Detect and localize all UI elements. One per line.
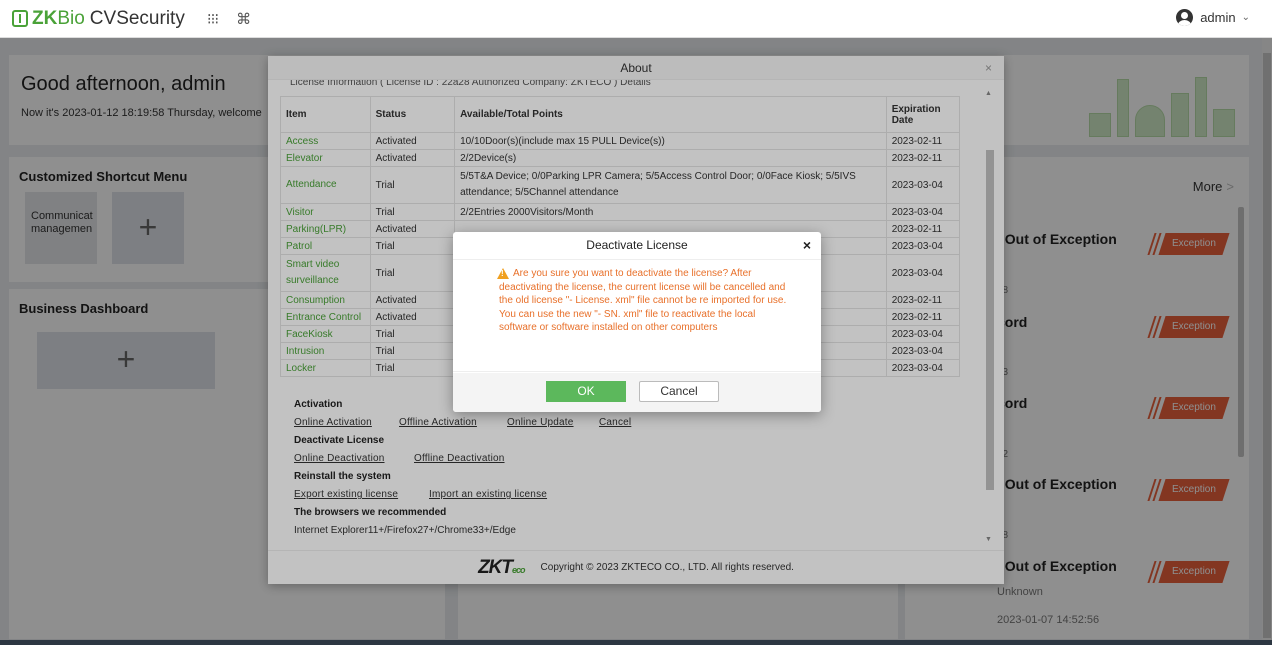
dialog-title: Deactivate License	[586, 238, 688, 252]
chevron-down-icon: ⌄	[1241, 12, 1250, 23]
dialog-footer: OK Cancel	[453, 373, 821, 412]
close-icon[interactable]: ×	[803, 237, 811, 253]
ok-button[interactable]: OK	[546, 381, 626, 402]
warning-message: Are you sure you want to deactivate the …	[499, 268, 787, 333]
dialog-body: Are you sure you want to deactivate the …	[453, 259, 821, 372]
deactivate-license-dialog: Deactivate License × Are you sure you wa…	[453, 232, 821, 412]
logo-bio: Bio	[57, 7, 85, 29]
command-icon[interactable]: ⌘	[236, 10, 251, 28]
top-bar: ZK Bio CVSecurity ⁝⁝⁝ ⌘ admin ⌄	[0, 0, 1272, 38]
app-logo[interactable]: ZK Bio CVSecurity	[12, 8, 185, 30]
logo-product-name: CVSecurity	[89, 7, 185, 29]
user-name: admin	[1200, 10, 1236, 25]
logo-mark-icon	[12, 10, 28, 27]
user-avatar-icon	[1176, 9, 1194, 26]
logo-zk: ZK	[32, 7, 58, 29]
bottom-taskbar-strip	[0, 640, 1272, 645]
cancel-button[interactable]: Cancel	[639, 381, 719, 402]
user-menu[interactable]: admin ⌄	[1176, 9, 1250, 26]
apps-grid-icon[interactable]: ⁝⁝⁝	[207, 10, 219, 28]
